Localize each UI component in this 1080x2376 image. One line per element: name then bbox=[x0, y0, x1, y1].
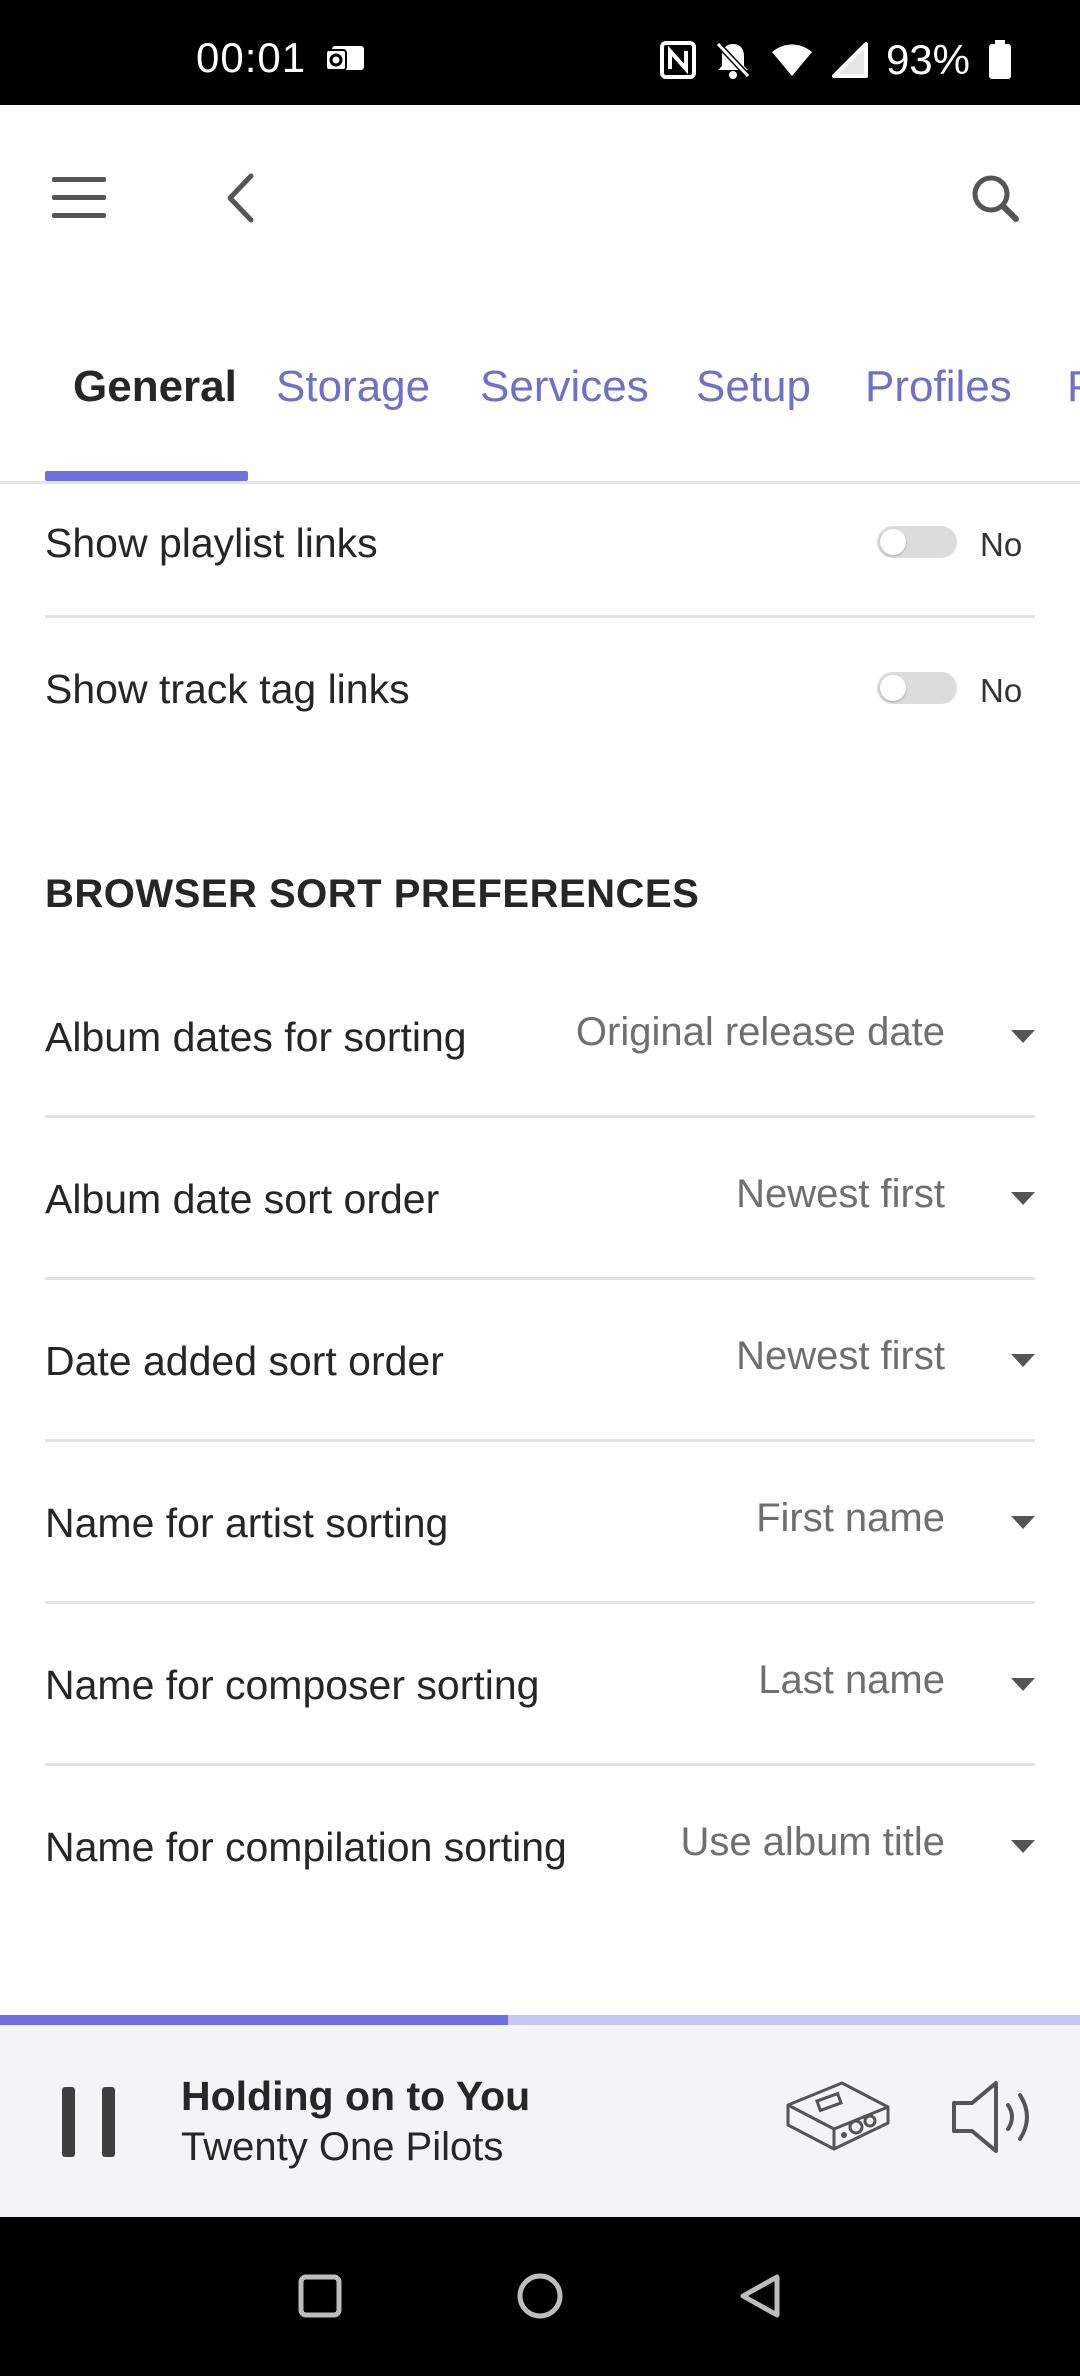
dropdown-caret-icon bbox=[1011, 1516, 1035, 1529]
divider bbox=[45, 615, 1035, 618]
select-row-date-added-order[interactable]: Date added sort order Newest first bbox=[45, 1324, 1035, 1434]
back-icon bbox=[227, 173, 254, 223]
pause-icon bbox=[62, 2087, 75, 2157]
status-time: 00:01 bbox=[196, 34, 307, 81]
divider bbox=[45, 1115, 1035, 1118]
divider bbox=[45, 1763, 1035, 1766]
app-bar bbox=[0, 105, 1080, 285]
playback-progress-fill bbox=[0, 2015, 508, 2025]
dropdown-caret-icon bbox=[1011, 1678, 1035, 1691]
active-tab-indicator bbox=[45, 471, 248, 481]
player-device-icon[interactable] bbox=[782, 2075, 894, 2155]
toggle-label: Show playlist links bbox=[45, 520, 378, 566]
select-row-album-dates[interactable]: Album dates for sorting Original release… bbox=[45, 1000, 1035, 1110]
settings-tabs: General Storage Services Setup Profiles … bbox=[0, 300, 1080, 484]
system-back-button[interactable] bbox=[725, 2261, 795, 2331]
battery-icon bbox=[989, 40, 1011, 79]
divider bbox=[45, 1439, 1035, 1442]
select-label: Name for artist sorting bbox=[45, 1500, 449, 1546]
now-playing-bar[interactable]: Holding on to You Twenty One Pilots bbox=[0, 2025, 1080, 2217]
toggle-state: No bbox=[980, 526, 1023, 563]
select-value[interactable]: Use album title bbox=[680, 1820, 945, 1865]
track-title: Holding on to You bbox=[181, 2073, 531, 2119]
system-nav-bar bbox=[0, 2217, 1080, 2376]
tab-profiles[interactable]: Profiles bbox=[865, 362, 1012, 412]
select-label: Album dates for sorting bbox=[45, 1014, 467, 1060]
nfc-icon bbox=[659, 41, 696, 79]
dropdown-caret-icon bbox=[1011, 1354, 1035, 1367]
menu-icon bbox=[52, 177, 106, 218]
select-label: Album date sort order bbox=[45, 1176, 440, 1222]
wifi-icon bbox=[771, 44, 812, 76]
tab-services[interactable]: Services bbox=[480, 362, 649, 412]
battery-percent: 93% bbox=[885, 36, 970, 83]
select-label: Name for compilation sorting bbox=[45, 1824, 567, 1870]
status-bar: 00:01 93% bbox=[0, 0, 1080, 105]
outlook-icon bbox=[326, 46, 364, 71]
select-value[interactable]: Last name bbox=[758, 1658, 945, 1703]
select-row-composer-sorting[interactable]: Name for composer sorting Last name bbox=[45, 1648, 1035, 1758]
select-value[interactable]: Newest first bbox=[736, 1172, 945, 1217]
select-label: Name for composer sorting bbox=[45, 1662, 540, 1708]
select-row-compilation-sorting[interactable]: Name for compilation sorting Use album t… bbox=[45, 1810, 1035, 1920]
track-artist: Twenty One Pilots bbox=[181, 2125, 504, 2169]
select-value[interactable]: Original release date bbox=[576, 1010, 945, 1055]
pause-icon-bar bbox=[102, 2087, 115, 2157]
dropdown-caret-icon bbox=[1011, 1840, 1035, 1853]
pause-button[interactable] bbox=[62, 2087, 118, 2159]
back-button[interactable] bbox=[210, 163, 270, 233]
tab-setup[interactable]: Setup bbox=[696, 362, 811, 412]
bell-off-icon bbox=[715, 41, 751, 79]
select-label: Date added sort order bbox=[45, 1338, 444, 1384]
toggle-label: Show track tag links bbox=[45, 666, 410, 712]
select-row-artist-sorting[interactable]: Name for artist sorting First name bbox=[45, 1486, 1035, 1596]
recents-icon bbox=[298, 2274, 342, 2318]
select-value[interactable]: Newest first bbox=[736, 1334, 945, 1379]
search-icon bbox=[972, 175, 1019, 222]
menu-button[interactable] bbox=[44, 163, 114, 233]
playlist-links-switch[interactable] bbox=[877, 526, 957, 558]
home-icon bbox=[517, 2273, 563, 2319]
select-value[interactable]: First name bbox=[756, 1496, 945, 1541]
volume-icon[interactable] bbox=[948, 2077, 1038, 2157]
tab-general[interactable]: General bbox=[73, 362, 237, 412]
search-button[interactable] bbox=[960, 163, 1030, 233]
back-triangle-icon bbox=[740, 2274, 780, 2318]
toggle-row-track-tag-links[interactable]: Show track tag links No bbox=[45, 634, 1035, 744]
playback-progress[interactable] bbox=[0, 2015, 1080, 2025]
tab-overflow[interactable]: P bbox=[1067, 362, 1080, 412]
divider bbox=[45, 1277, 1035, 1280]
tab-storage[interactable]: Storage bbox=[276, 362, 430, 412]
home-button[interactable] bbox=[505, 2261, 575, 2331]
select-row-album-date-order[interactable]: Album date sort order Newest first bbox=[45, 1162, 1035, 1272]
track-tag-links-switch[interactable] bbox=[877, 672, 957, 704]
dropdown-caret-icon bbox=[1011, 1192, 1035, 1205]
signal-icon bbox=[831, 42, 868, 78]
divider bbox=[45, 1601, 1035, 1604]
toggle-row-playlist-links[interactable]: Show playlist links No bbox=[45, 490, 1035, 600]
status-icons: 93% bbox=[659, 36, 1012, 84]
recents-button[interactable] bbox=[285, 2261, 355, 2331]
toggle-state: No bbox=[980, 672, 1023, 709]
dropdown-caret-icon bbox=[1011, 1030, 1035, 1043]
section-title: BROWSER SORT PREFERENCES bbox=[45, 872, 700, 916]
